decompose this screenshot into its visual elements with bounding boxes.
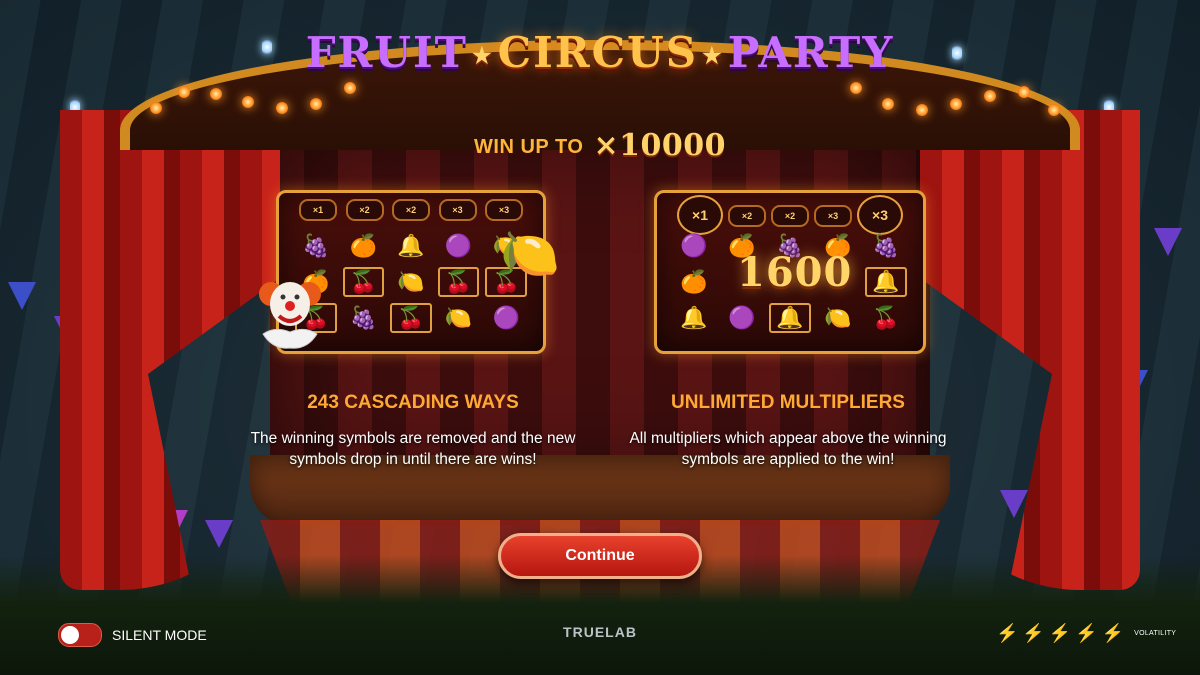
reel-symbol: 🍋: [824, 305, 852, 330]
feature-title-cascading: 243 CASCADING WAYS: [307, 392, 519, 413]
reel-symbol: 🍊: [349, 233, 378, 258]
multiplier-badge: ×2: [771, 205, 809, 227]
bulb-icon: [1018, 86, 1030, 98]
bulb-icon: [150, 102, 162, 114]
reel-symbol: 🟣: [728, 305, 756, 330]
bulb-icon: [950, 98, 962, 110]
silent-mode-toggle[interactable]: [58, 623, 102, 647]
volatility-label: VOLATILITY: [1134, 629, 1177, 637]
silent-mode-control[interactable]: SILENT MODE: [58, 623, 207, 647]
game-title: FRUIT ★CIRCUS ★PARTY: [0, 28, 1200, 77]
bolt-icon: ⚡: [1075, 623, 1098, 643]
bolt-icon: ⚡: [1101, 623, 1125, 643]
bulb-icon: [276, 102, 288, 114]
multiplier-badge: ×3: [857, 195, 903, 235]
reel-symbol: 🍋: [397, 269, 425, 294]
bolt-icon: ⚡: [996, 623, 1019, 643]
continue-button[interactable]: Continue: [498, 533, 702, 579]
bunting-flag: [205, 520, 233, 548]
bulb-icon: [1048, 104, 1060, 116]
win-up-value: ×10000: [593, 128, 726, 163]
feature-panel-multipliers: ×1 ×2 ×2 ×3 ×3 🟣 🍊 🍇 🍊 🍇 🍊 🔔 🔔 🟣 🔔 🍋 🍒 1600: [654, 190, 926, 354]
multiplier-badge: ×1: [677, 195, 723, 235]
reel-symbol: 🍒: [342, 267, 385, 297]
bulb-icon: [310, 98, 322, 110]
reel-symbol: 🟣: [680, 233, 708, 258]
bolt-icon: ⚡: [1022, 623, 1045, 643]
reel-symbol: 🍋: [444, 305, 473, 330]
reel-symbol: 🔔: [769, 303, 811, 333]
multiplier-badge: ×1: [299, 199, 337, 221]
reel-symbol: 🍇: [302, 233, 330, 258]
reel-symbol: 🟣: [444, 233, 473, 258]
reel-symbol: 🍒: [872, 305, 900, 330]
clown-icon: [259, 282, 321, 349]
bulb-icon: [344, 82, 356, 94]
multiplier-badge: ×2: [392, 199, 430, 221]
game-scene: FRUIT ★CIRCUS ★PARTY WIN UP TO ×10000 ×1 ×…: [0, 0, 1200, 675]
win-up-label: WIN UP TO: [474, 136, 584, 158]
bulb-icon: [916, 104, 928, 116]
bulb-icon: [984, 90, 996, 102]
reel-symbol: 🍊: [680, 269, 708, 294]
reel-symbol: 🍇: [349, 305, 378, 330]
multiplier-badge: ×3: [485, 199, 523, 221]
reel-symbol: 🔔: [680, 305, 708, 330]
bulb-icon: [850, 82, 862, 94]
title-word-2: CIRCUS: [497, 28, 699, 77]
feature-text-cascading: The winning symbols are removed and the …: [250, 430, 576, 468]
reel-symbol: 🍇: [872, 233, 900, 258]
reel-grid: 🍇 🍊 🔔 🟣 🍋 🍊 🍒 🍋 🍒 🍒 🍒 🍇 🍒 🍋 🟣: [295, 231, 527, 333]
win-amount: 1600: [737, 249, 853, 296]
multiplier-badge: ×3: [814, 205, 852, 227]
star-icon: ★: [702, 43, 724, 69]
feature-text-multipliers: All multipliers which appear above the w…: [629, 430, 947, 468]
bulb-icon: [242, 96, 254, 108]
multiplier-badge: ×2: [728, 205, 766, 227]
title-word-1: FRUIT: [305, 28, 468, 77]
multiplier-badge: ×3: [438, 199, 477, 221]
bulb-icon: [882, 98, 894, 110]
bulb-icon: [178, 86, 190, 98]
feature-title-multipliers: UNLIMITED MULTIPLIERS: [671, 392, 905, 413]
multiplier-row: ×1 ×2 ×2 ×3 ×3: [677, 195, 903, 235]
reel-symbol: 🍒: [390, 303, 432, 333]
bolt-icon: ⚡: [1048, 623, 1072, 643]
volatility-indicator: ⚡ ⚡ ⚡ ⚡ ⚡ VOLATILITY: [996, 624, 1176, 642]
star-icon: ★: [471, 43, 494, 69]
multiplier-badge: ×2: [345, 199, 384, 221]
bulb-icon: [210, 88, 222, 100]
toggle-knob: [61, 626, 79, 644]
silent-mode-label: SILENT MODE: [112, 627, 207, 643]
title-word-3: PARTY: [727, 28, 895, 77]
reel-symbol: 🟣: [492, 305, 520, 330]
reel-symbol: 🔔: [865, 267, 907, 297]
reel-symbol: 🍒: [437, 267, 480, 297]
lemon-icon: 🍋: [500, 228, 560, 281]
multiplier-row: ×1 ×2 ×2 ×3 ×3: [299, 199, 523, 221]
reel-symbol: 🔔: [397, 233, 425, 258]
provider-logo: TRUELAB: [563, 624, 637, 640]
bunting-flag: [1154, 228, 1182, 256]
win-up-to: WIN UP TO ×10000: [0, 128, 1200, 163]
bunting-flag: [8, 282, 36, 310]
